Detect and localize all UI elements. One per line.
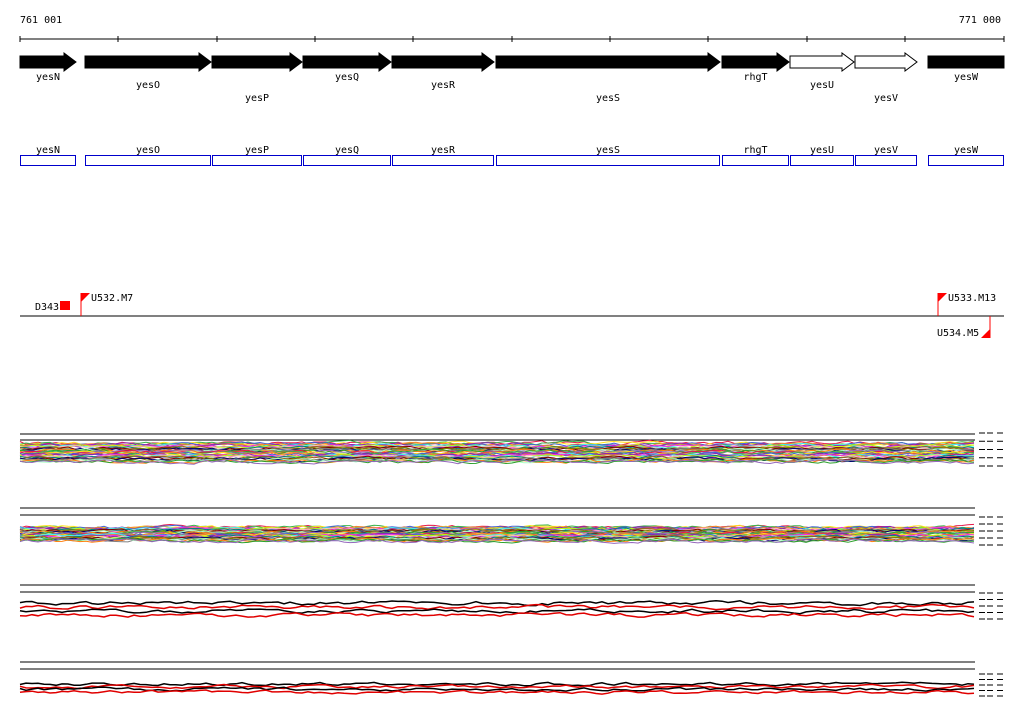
marker-label: U532.M7 [91, 293, 133, 304]
marker-flag-icon [81, 293, 90, 302]
gene-box-label: yesV [874, 145, 898, 156]
gene-arrow-shape [721, 52, 790, 72]
gene-box-yesq[interactable]: yesQ [303, 145, 391, 166]
gene-arrow-label: rhgT [743, 72, 767, 83]
gene-arrow-yesr[interactable]: yesR [391, 52, 495, 91]
gene-arrow-track: yesN yesO yesP yesQ yesR yesS rhgT yesU yesV yesW [19, 52, 1005, 104]
marker-d343[interactable]: D343 [35, 301, 70, 313]
coordinate-ruler: 761 001 771 000 [19, 15, 1005, 42]
gene-box-label: rhgT [743, 145, 767, 156]
gene-arrow-shape [927, 55, 1005, 69]
gene-arrow-yesp[interactable]: yesP [211, 52, 303, 104]
gene-box-label: yesW [954, 145, 979, 156]
profile-line [19, 681, 975, 687]
gene-box-rect [20, 155, 76, 166]
expression-panel-2 [19, 507, 1003, 546]
gene-box-yess[interactable]: yesS [496, 145, 720, 166]
gene-box-rect [392, 155, 494, 166]
gene-arrow-yess[interactable]: yesS [495, 52, 721, 104]
marker-block [60, 301, 70, 310]
gene-box-label: yesU [810, 145, 834, 156]
expression-panel-4 [19, 661, 1003, 697]
gene-arrow-shape [211, 52, 303, 72]
gene-arrow-label: yesN [36, 72, 60, 83]
gene-box-label: yesO [136, 145, 160, 156]
gene-box-track: yesN yesO yesP yesQ yesR yesS rhgT yesU yesV yesW [20, 145, 1004, 166]
gene-box-yesp[interactable]: yesP [212, 145, 302, 166]
gene-arrow-yesq[interactable]: yesQ [302, 52, 392, 83]
gene-arrow-label: yesR [431, 80, 456, 91]
gene-arrow-shape [789, 52, 855, 72]
gene-arrow-rhgt[interactable]: rhgT [721, 52, 790, 83]
marker-u534-m5[interactable]: U534.M5 [937, 316, 991, 339]
gene-arrow-shape [391, 52, 495, 72]
marker-u532-m7[interactable]: U532.M7 [80, 293, 133, 316]
gene-box-label: yesQ [335, 145, 359, 156]
gene-box-rect [212, 155, 302, 166]
marker-u533-m13[interactable]: U533.M13 [937, 293, 996, 316]
genome-browser-view: 761 001 771 000 yesN yesO yesP yesQ yesR yesS… [19, 15, 1005, 697]
expression-profiles [19, 432, 1003, 697]
profile-line [19, 603, 975, 611]
gene-arrow-label: yesW [954, 72, 979, 83]
gene-box-yeso[interactable]: yesO [85, 145, 211, 166]
ruler-start-label: 761 001 [20, 15, 62, 26]
gene-box-label: yesN [36, 145, 60, 156]
expression-panel-3 [19, 584, 1003, 620]
gene-box-label: yesR [431, 145, 456, 156]
gene-box-yesr[interactable]: yesR [392, 145, 494, 166]
gene-box-label: yesS [596, 145, 620, 156]
gene-arrow-label: yesU [810, 80, 834, 91]
gene-arrow-shape [302, 52, 392, 72]
profile-line [19, 599, 975, 607]
gene-arrow-shape [854, 52, 918, 72]
profile-line [19, 611, 975, 618]
gene-box-yesv[interactable]: yesV [855, 145, 917, 166]
marker-track: D343 U532.M7 U533.M13 U534.M5 [20, 293, 1004, 339]
gene-arrow-label: yesQ [335, 72, 359, 83]
gene-box-yesu[interactable]: yesU [790, 145, 854, 166]
gene-box-label: yesP [245, 145, 269, 156]
gene-box-rhgt[interactable]: rhgT [722, 145, 789, 166]
marker-label: U534.M5 [937, 328, 979, 339]
gene-arrow-yesu[interactable]: yesU [789, 52, 855, 91]
marker-label: D343 [35, 302, 59, 313]
gene-arrow-yesv[interactable]: yesV [854, 52, 918, 104]
ruler-end-label: 771 000 [959, 15, 1001, 26]
gene-arrow-label: yesO [136, 80, 160, 91]
gene-box-rect [855, 155, 917, 166]
gene-box-rect [303, 155, 391, 166]
gene-arrow-shape [19, 52, 77, 72]
gene-arrow-label: yesP [245, 93, 269, 104]
gene-arrow-label: yesS [596, 93, 620, 104]
marker-flag-icon [938, 293, 947, 302]
gene-box-rect [722, 155, 789, 166]
marker-flag-icon [981, 329, 990, 338]
gene-box-rect [85, 155, 211, 166]
marker-label: U533.M13 [948, 293, 996, 304]
gene-arrow-yeso[interactable]: yesO [84, 52, 212, 91]
gene-arrow-label: yesV [874, 93, 898, 104]
gene-box-yesn[interactable]: yesN [20, 145, 76, 166]
profile-line [19, 608, 975, 615]
gene-arrow-shape [495, 52, 721, 72]
expression-panel-1 [19, 432, 1003, 467]
gene-box-yesw[interactable]: yesW [928, 145, 1004, 166]
gene-arrow-yesn[interactable]: yesN [19, 52, 77, 83]
gene-box-rect [790, 155, 854, 166]
gene-arrow-shape [84, 52, 212, 72]
gene-box-rect [496, 155, 720, 166]
gene-arrow-yesw[interactable]: yesW [927, 55, 1005, 83]
gene-box-rect [928, 155, 1004, 166]
